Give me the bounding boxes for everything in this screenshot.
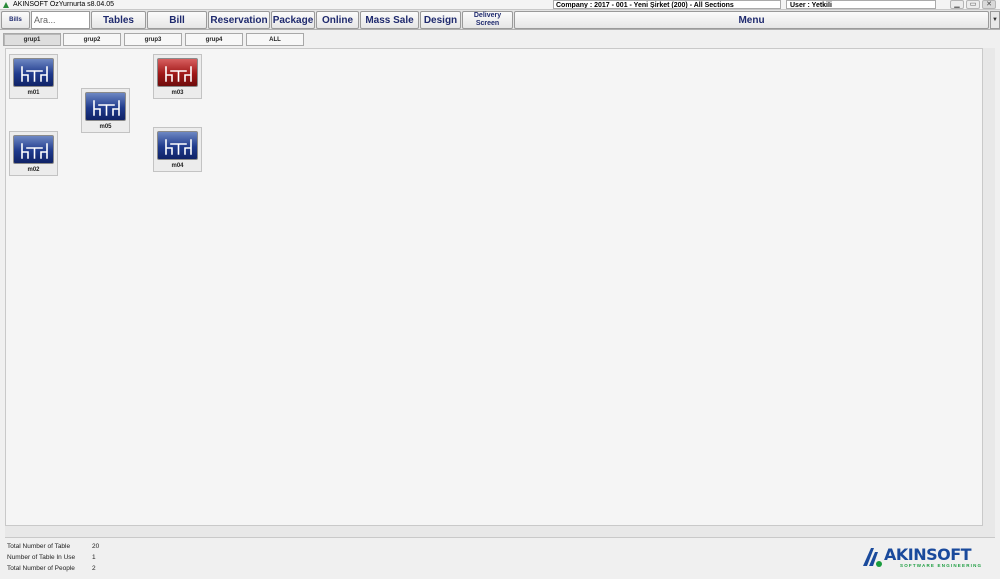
stat-total-tables: Total Number of Table 20 (7, 543, 127, 554)
tab-all[interactable]: ALL (246, 33, 304, 46)
table-chairs-icon (21, 66, 48, 82)
table-icon (157, 58, 198, 87)
table-label: m02 (27, 167, 40, 173)
stat-value: 1 (92, 554, 96, 561)
table-tile-m03[interactable]: m03 (153, 54, 202, 99)
right-border (983, 48, 995, 526)
logo-subtitle: SOFTWARE ENGINEERING (900, 563, 983, 568)
title-bar: AKINSOFT ÖzYurnurta s8.04.05 Company : 2… (0, 0, 1000, 10)
delivery-label-line1: Delivery (473, 12, 502, 19)
window-title: AKINSOFT ÖzYurnurta s8.04.05 (13, 1, 115, 8)
table-stats: Total Number of Table 20 Number of Table… (7, 543, 127, 576)
table-tile-m01[interactable]: m01 (9, 54, 58, 99)
delivery-label-line2: Screen (475, 20, 500, 27)
bottom-border (5, 526, 995, 538)
bill-button[interactable]: Bill (147, 11, 207, 29)
group-tabs: grup1 grup2 grup3 grup4 ALL (0, 33, 1000, 47)
close-button[interactable]: ✕ (982, 0, 996, 9)
user-info: User : Yetkili (786, 0, 936, 9)
table-label: m05 (99, 124, 112, 130)
stat-label: Total Number of People (7, 565, 75, 572)
online-button[interactable]: Online (316, 11, 359, 29)
mass-sale-button[interactable]: Mass Sale (360, 11, 419, 29)
table-chairs-icon (93, 100, 120, 116)
tables-button[interactable]: Tables (91, 11, 146, 29)
tab-grup1[interactable]: grup1 (3, 33, 61, 46)
table-chairs-icon (165, 139, 192, 155)
table-icon (85, 92, 126, 121)
maximize-button[interactable]: ▭ (966, 0, 980, 9)
app-icon (3, 2, 9, 8)
table-label: m04 (171, 163, 184, 169)
stat-value: 2 (92, 565, 96, 572)
menu-dropdown-arrow-icon[interactable]: ▼ (990, 11, 1000, 29)
logo-text: AKINSOFT (884, 545, 972, 564)
company-info: Company : 2017 - 001 - Yeni Şirket (200)… (553, 0, 781, 9)
table-label: m01 (27, 90, 40, 96)
table-chairs-icon (165, 66, 192, 82)
tab-grup2[interactable]: grup2 (63, 33, 121, 46)
akinsoft-logo-icon (863, 548, 882, 567)
menu-button[interactable]: Menu (514, 11, 989, 29)
reservation-button[interactable]: Reservation (208, 11, 270, 29)
table-tile-m05[interactable]: m05 (81, 88, 130, 133)
table-chairs-icon (21, 143, 48, 159)
stat-tables-in-use: Number of Table In Use 1 (7, 554, 127, 565)
main-toolbar: Bills Tables Bill Reservation Package On… (0, 10, 1000, 30)
table-layout-canvas (5, 48, 983, 526)
table-tile-m02[interactable]: m02 (9, 131, 58, 176)
search-input[interactable] (31, 11, 90, 29)
table-icon (157, 131, 198, 160)
table-tile-m04[interactable]: m04 (153, 127, 202, 172)
package-button[interactable]: Package (271, 11, 315, 29)
table-icon (13, 135, 54, 164)
table-label: m03 (171, 90, 184, 96)
stat-label: Number of Table In Use (7, 554, 76, 561)
table-icon (13, 58, 54, 87)
bills-button[interactable]: Bills (1, 11, 30, 29)
stat-value: 20 (92, 543, 100, 550)
stat-total-people: Total Number of People 2 (7, 565, 127, 576)
delivery-screen-button[interactable]: Delivery Screen (462, 11, 513, 29)
akinsoft-logo: AKINSOFT SOFTWARE ENGINEERING (862, 545, 992, 571)
design-button[interactable]: Design (420, 11, 461, 29)
stat-label: Total Number of Table (7, 543, 71, 550)
minimize-button[interactable]: ▁ (950, 0, 964, 9)
tab-grup4[interactable]: grup4 (185, 33, 243, 46)
tab-grup3[interactable]: grup3 (124, 33, 182, 46)
